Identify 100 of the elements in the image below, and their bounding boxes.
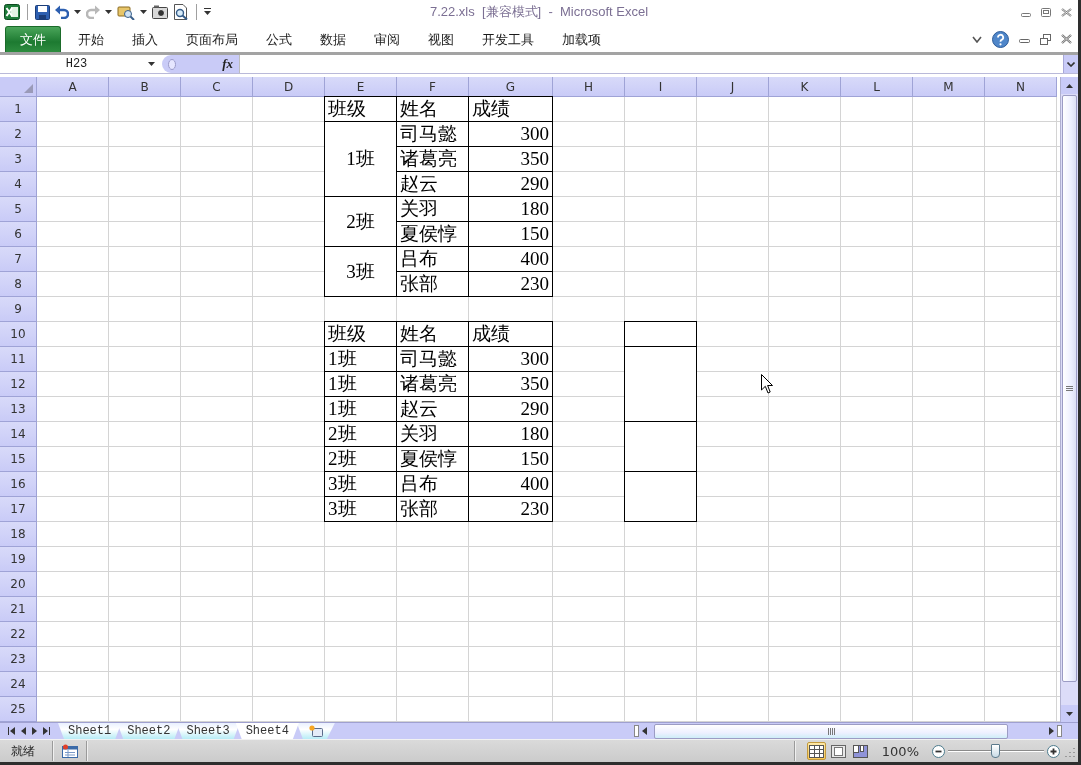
expand-formula-bar-button[interactable] — [1063, 55, 1078, 73]
column-header[interactable]: D — [253, 77, 325, 97]
row-header[interactable]: 8 — [0, 272, 37, 297]
save-icon[interactable] — [35, 4, 50, 20]
help-icon[interactable] — [992, 30, 1009, 48]
row-header[interactable]: 12 — [0, 372, 37, 397]
row-header[interactable]: 13 — [0, 397, 37, 422]
row-header[interactable]: 10 — [0, 322, 37, 347]
caret-icon[interactable] — [105, 10, 112, 14]
folder-search-icon[interactable] — [117, 4, 135, 20]
scrollbar-thumb[interactable] — [1062, 95, 1077, 682]
sheet-tab[interactable]: Sheet1 — [58, 723, 122, 739]
customize-caret-icon[interactable] — [204, 8, 211, 16]
view-button[interactable] — [828, 742, 848, 760]
row-header[interactable]: 18 — [0, 522, 37, 547]
next-sheet-icon[interactable] — [32, 727, 37, 735]
column-header[interactable]: A — [37, 77, 109, 97]
column-header[interactable]: L — [841, 77, 913, 97]
view-button[interactable] — [806, 742, 826, 760]
last-sheet-icon[interactable] — [43, 727, 50, 735]
row-header[interactable]: 14 — [0, 422, 37, 447]
ribbon-tab[interactable]: 插入 — [118, 26, 172, 52]
view-button[interactable] — [850, 742, 870, 760]
zoom-level[interactable]: 100% — [872, 743, 929, 759]
table-header-cell: 成绩 — [468, 96, 553, 122]
row-header[interactable]: 1 — [0, 97, 37, 122]
row-header[interactable]: 9 — [0, 297, 37, 322]
row-header[interactable]: 17 — [0, 497, 37, 522]
row-header[interactable]: 16 — [0, 472, 37, 497]
chevron-down-icon[interactable] — [972, 35, 982, 43]
scroll-up-button[interactable] — [1061, 77, 1078, 94]
file-tab[interactable]: 文件 — [5, 26, 61, 52]
ribbon-tab[interactable]: 开发工具 — [468, 26, 548, 52]
caret-icon[interactable] — [74, 10, 81, 14]
column-header[interactable]: H — [553, 77, 625, 97]
column-header[interactable]: C — [181, 77, 253, 97]
ribbon-tab[interactable]: 页面布局 — [172, 26, 252, 52]
row-header[interactable]: 11 — [0, 347, 37, 372]
sheet-tab[interactable]: Sheet2 — [117, 723, 181, 739]
resize-grip-icon[interactable] — [1063, 745, 1075, 757]
scrollbar-thumb[interactable] — [654, 723, 1008, 739]
row-header[interactable]: 25 — [0, 697, 37, 722]
column-header[interactable]: F — [397, 77, 469, 97]
ribbon-tab[interactable]: 公式 — [252, 26, 306, 52]
insert-function-button[interactable]: fx — [220, 56, 235, 72]
row-header[interactable]: 4 — [0, 172, 37, 197]
triangle-up-icon — [1066, 83, 1073, 88]
ribbon-tab[interactable]: 审阅 — [360, 26, 414, 52]
column-header[interactable]: B — [109, 77, 181, 97]
scroll-down-button[interactable] — [1061, 705, 1078, 722]
zoom-out-icon[interactable] — [932, 744, 945, 758]
row-header[interactable]: 22 — [0, 622, 37, 647]
app-logo-icon[interactable] — [4, 4, 20, 20]
insert-sheet-tab[interactable] — [296, 723, 335, 739]
table-header-cell: 班级 — [324, 321, 397, 347]
row-header[interactable]: 19 — [0, 547, 37, 572]
caret-icon[interactable] — [140, 10, 147, 14]
sheet-tab[interactable]: Sheet3 — [176, 723, 240, 739]
ribbon-tab[interactable]: 开始 — [64, 26, 118, 52]
row-header[interactable]: 24 — [0, 672, 37, 697]
row-header[interactable]: 7 — [0, 247, 37, 272]
column-header[interactable]: J — [697, 77, 769, 97]
camera-icon[interactable] — [152, 5, 168, 19]
restore-icon[interactable] — [1040, 33, 1051, 45]
first-sheet-icon[interactable] — [8, 727, 15, 735]
column-header[interactable]: K — [769, 77, 841, 97]
window-title: 7.22.xls [兼容模式] - Microsoft Excel — [429, 3, 649, 21]
column-header[interactable]: I — [625, 77, 697, 97]
ribbon-tab[interactable]: 数据 — [306, 26, 360, 52]
split-handle-icon[interactable] — [634, 725, 639, 737]
close-icon[interactable] — [1061, 7, 1072, 17]
zoom-in-icon[interactable] — [1047, 744, 1060, 758]
close-icon[interactable] — [1061, 34, 1072, 44]
macro-record-icon[interactable] — [62, 744, 78, 758]
ribbon-tab[interactable]: 视图 — [414, 26, 468, 52]
maximize-icon[interactable] — [1041, 7, 1051, 17]
row-header[interactable]: 21 — [0, 597, 37, 622]
mouse-pointer-icon — [761, 374, 773, 394]
handle-icon[interactable] — [168, 58, 176, 70]
column-header[interactable]: G — [469, 77, 553, 97]
zoom-slider-thumb[interactable] — [991, 744, 1000, 758]
print-preview-icon[interactable] — [173, 4, 189, 20]
split-handle-icon[interactable] — [1057, 725, 1062, 737]
caret-icon[interactable] — [148, 62, 155, 66]
row-header[interactable]: 2 — [0, 122, 37, 147]
row-header[interactable]: 23 — [0, 647, 37, 672]
column-header[interactable]: M — [913, 77, 985, 97]
row-header[interactable]: 15 — [0, 447, 37, 472]
column-header[interactable]: N — [985, 77, 1057, 97]
ribbon-tab[interactable]: 加载项 — [548, 26, 615, 52]
redo-icon — [86, 5, 100, 19]
row-header[interactable]: 20 — [0, 572, 37, 597]
undo-icon[interactable] — [55, 5, 69, 19]
column-header[interactable]: E — [325, 77, 397, 97]
name-box[interactable]: H23 — [5, 55, 159, 73]
row-header[interactable]: 5 — [0, 197, 37, 222]
sheet-tab[interactable]: Sheet4 — [235, 723, 299, 739]
row-header[interactable]: 6 — [0, 222, 37, 247]
row-header[interactable]: 3 — [0, 147, 37, 172]
previous-sheet-icon[interactable] — [21, 727, 26, 735]
